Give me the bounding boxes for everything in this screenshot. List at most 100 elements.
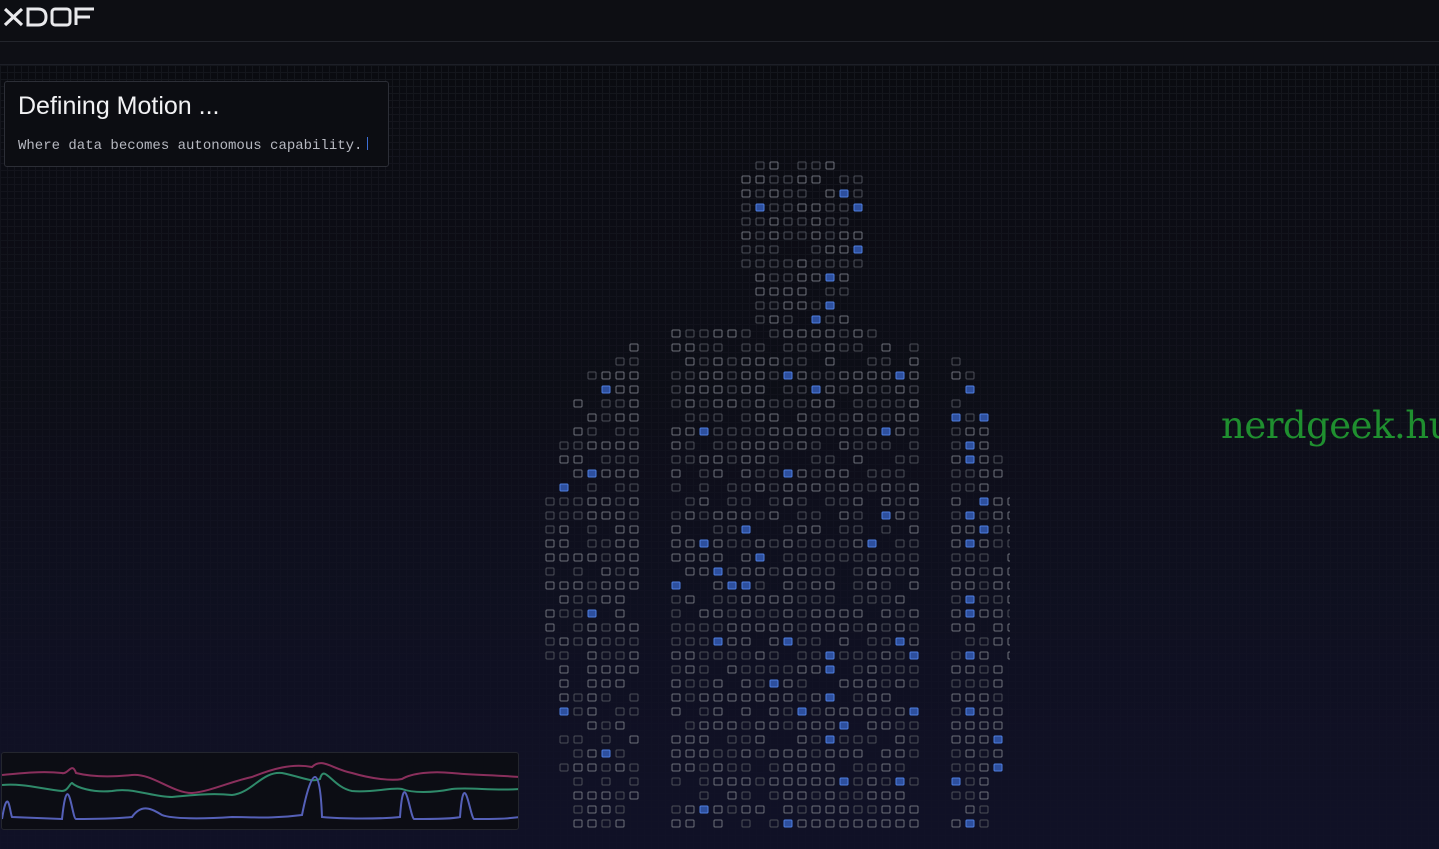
figure-glyph bbox=[671, 819, 681, 828]
figure-glyph bbox=[783, 595, 793, 604]
figure-glyph bbox=[965, 805, 975, 814]
figure-glyph bbox=[755, 749, 765, 758]
figure-glyph bbox=[993, 469, 1003, 478]
figure-glyph bbox=[755, 273, 765, 282]
figure-glyph bbox=[853, 329, 863, 338]
figure-glyph bbox=[629, 399, 639, 408]
figure-glyph bbox=[671, 385, 681, 394]
figure-glyph bbox=[867, 651, 877, 660]
figure-glyph bbox=[853, 805, 863, 814]
figure-glyph bbox=[671, 525, 681, 534]
figure-glyph bbox=[629, 777, 639, 786]
figure-glyph bbox=[685, 595, 695, 604]
figure-glyph bbox=[671, 553, 681, 562]
figure-glyph bbox=[727, 609, 737, 618]
figure-glyph bbox=[951, 651, 961, 660]
figure-glyph bbox=[685, 427, 695, 436]
figure-glyph bbox=[783, 777, 793, 786]
figure-glyph bbox=[671, 343, 681, 352]
figure-glyph bbox=[755, 413, 765, 422]
figure-glyph bbox=[755, 231, 765, 240]
figure-glyph bbox=[853, 385, 863, 394]
figure-glyph bbox=[951, 371, 961, 380]
figure-glyph bbox=[783, 189, 793, 198]
figure-glyph bbox=[769, 609, 779, 618]
figure-glyph bbox=[699, 399, 709, 408]
figure-glyph bbox=[881, 749, 891, 758]
figure-glyph bbox=[811, 623, 821, 632]
figure-glyph bbox=[699, 665, 709, 674]
figure-glyph bbox=[755, 665, 765, 674]
figure-glyph bbox=[853, 511, 863, 520]
figure-glyph bbox=[1007, 539, 1010, 548]
figure-glyph bbox=[895, 805, 905, 814]
figure-glyph bbox=[755, 679, 765, 688]
figure-glyph bbox=[573, 511, 583, 520]
figure-glyph bbox=[881, 357, 891, 366]
figure-glyph bbox=[797, 819, 807, 828]
figure-glyph bbox=[965, 749, 975, 758]
figure-glyph bbox=[965, 441, 975, 450]
figure-glyph bbox=[811, 819, 821, 828]
figure-glyph bbox=[881, 497, 891, 506]
figure-glyph bbox=[853, 483, 863, 492]
figure-glyph bbox=[587, 371, 597, 380]
figure-glyph bbox=[895, 371, 905, 380]
figure-glyph bbox=[867, 721, 877, 730]
hero-subtitle: Where data becomes autonomous capability… bbox=[18, 138, 363, 154]
figure-glyph bbox=[713, 707, 723, 716]
figure-glyph bbox=[783, 329, 793, 338]
figure-glyph bbox=[769, 301, 779, 310]
figure-glyph bbox=[895, 483, 905, 492]
figure-glyph bbox=[797, 665, 807, 674]
figure-glyph bbox=[685, 665, 695, 674]
figure-glyph bbox=[965, 735, 975, 744]
figure-glyph bbox=[993, 749, 1003, 758]
figure-glyph bbox=[755, 385, 765, 394]
figure-glyph bbox=[685, 805, 695, 814]
figure-glyph bbox=[867, 595, 877, 604]
hero-info-card: Defining Motion ... Where data becomes a… bbox=[4, 81, 389, 167]
figure-glyph bbox=[951, 413, 961, 422]
figure-glyph bbox=[797, 637, 807, 646]
figure-glyph bbox=[755, 455, 765, 464]
figure-glyph bbox=[727, 441, 737, 450]
figure-glyph bbox=[671, 581, 681, 590]
figure-glyph bbox=[853, 665, 863, 674]
figure-glyph bbox=[839, 749, 849, 758]
brand-logo[interactable] bbox=[3, 7, 96, 32]
figure-glyph bbox=[601, 819, 611, 828]
figure-glyph bbox=[559, 707, 569, 716]
figure-glyph bbox=[615, 455, 625, 464]
figure-glyph bbox=[685, 623, 695, 632]
figure-glyph bbox=[853, 497, 863, 506]
figure-glyph bbox=[755, 399, 765, 408]
figure-glyph bbox=[587, 553, 597, 562]
figure-glyph bbox=[909, 581, 919, 590]
figure-glyph bbox=[713, 553, 723, 562]
figure-glyph bbox=[895, 665, 905, 674]
figure-glyph bbox=[573, 399, 583, 408]
figure-glyph bbox=[783, 749, 793, 758]
figure-glyph bbox=[839, 623, 849, 632]
figure-glyph bbox=[811, 805, 821, 814]
figure-glyph bbox=[713, 819, 723, 828]
figure-glyph bbox=[881, 819, 891, 828]
figure-glyph bbox=[965, 721, 975, 730]
figure-glyph bbox=[825, 581, 835, 590]
figure-glyph bbox=[965, 553, 975, 562]
figure-glyph bbox=[993, 511, 1003, 520]
figure-glyph bbox=[559, 525, 569, 534]
figure-glyph bbox=[629, 567, 639, 576]
app-root: Defining Motion ... Where data becomes a… bbox=[0, 0, 1439, 849]
figure-glyph bbox=[895, 497, 905, 506]
figure-glyph bbox=[853, 763, 863, 772]
figure-glyph bbox=[965, 763, 975, 772]
figure-glyph bbox=[755, 217, 765, 226]
figure-glyph bbox=[713, 427, 723, 436]
figure-glyph bbox=[671, 609, 681, 618]
figure-glyph bbox=[797, 161, 807, 170]
figure-glyph bbox=[867, 679, 877, 688]
figure-glyph bbox=[699, 735, 709, 744]
figure-glyph bbox=[909, 651, 919, 660]
